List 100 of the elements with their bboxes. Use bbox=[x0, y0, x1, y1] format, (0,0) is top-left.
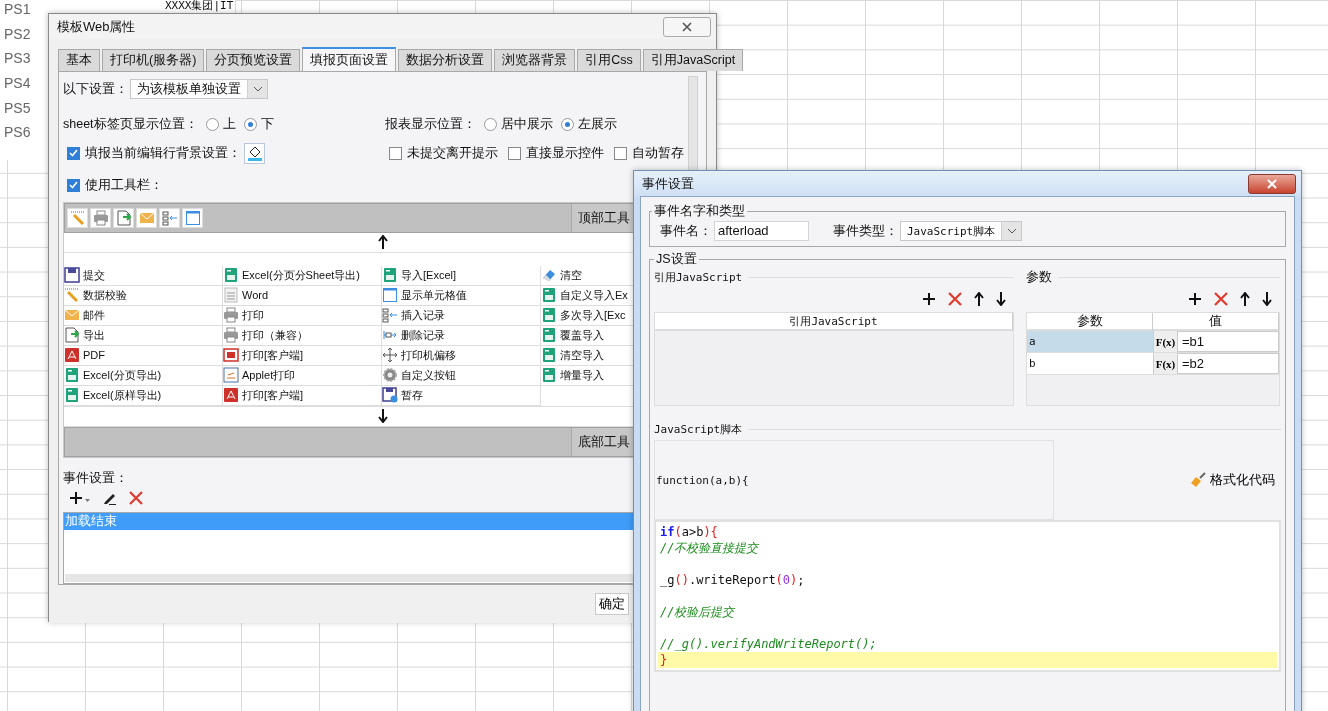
move-up-button[interactable] bbox=[974, 290, 984, 308]
checkbox-label: 使用工具栏： bbox=[85, 176, 163, 194]
function-header: function(a,b){ bbox=[654, 440, 1054, 520]
move-up-button[interactable] bbox=[378, 235, 388, 250]
radio-button[interactable] bbox=[205, 117, 219, 131]
radio-button[interactable] bbox=[243, 117, 257, 131]
checkbox[interactable] bbox=[67, 178, 80, 192]
field-label: 以下设置： bbox=[63, 80, 128, 98]
type-dropdown[interactable]: JavaScript脚本 bbox=[900, 221, 1023, 241]
toolbar-item[interactable]: 导入[Excel] bbox=[382, 265, 541, 286]
value-input[interactable]: =b1 bbox=[1177, 331, 1279, 352]
toolbar-item[interactable]: 插入记录 bbox=[382, 305, 541, 326]
move-down-button[interactable] bbox=[1262, 290, 1272, 308]
toolbar-item[interactable]: 暂存 bbox=[382, 385, 541, 406]
toolbar-item[interactable]: Excel(分页导出) bbox=[64, 365, 223, 386]
row-label: PS4 bbox=[4, 74, 31, 94]
scope-dropdown[interactable]: 为该模板单独设置 bbox=[130, 79, 268, 100]
checkbox-label: 自动暂存 bbox=[632, 144, 684, 162]
spreadsheet-icon bbox=[382, 267, 398, 284]
toolbar-item[interactable]: Excel(原样导出) bbox=[64, 385, 223, 406]
value-input[interactable]: =b2 bbox=[1177, 353, 1279, 374]
add-button[interactable] bbox=[69, 491, 91, 506]
down-arrow-icon bbox=[996, 292, 1006, 306]
toolbar-item[interactable]: PDF bbox=[64, 345, 223, 366]
row-label: PS6 bbox=[4, 123, 31, 143]
spreadsheet-icon bbox=[541, 307, 557, 324]
add-dropdown-icon bbox=[69, 491, 91, 506]
toolbar-item[interactable]: 打印[客户端] bbox=[223, 345, 382, 366]
radio-label: 居中展示 bbox=[501, 115, 553, 133]
checkbox[interactable] bbox=[67, 146, 80, 160]
ok-button[interactable]: 确定 bbox=[595, 593, 629, 615]
pdf-icon bbox=[223, 387, 239, 404]
toolbar-button[interactable] bbox=[67, 207, 88, 228]
checkbox[interactable] bbox=[508, 146, 521, 160]
delete-button[interactable] bbox=[129, 491, 143, 506]
toolbar-item[interactable]: 导出 bbox=[64, 325, 223, 346]
code-line: _g().writeReport(0); bbox=[659, 572, 806, 588]
radio-button[interactable] bbox=[484, 117, 497, 131]
move-down-button[interactable] bbox=[996, 290, 1006, 308]
tab[interactable]: 浏览器背景 bbox=[494, 49, 576, 71]
table-cell[interactable]: b bbox=[1027, 353, 1153, 374]
pencil-icon bbox=[69, 209, 86, 226]
printer-icon bbox=[92, 209, 109, 226]
toolbar-item[interactable]: Excel(分页分Sheet导出) bbox=[223, 265, 382, 286]
tab[interactable]: 填报页面设置 bbox=[302, 47, 397, 72]
pencil-icon bbox=[64, 287, 80, 304]
formula-button[interactable]: F(x) bbox=[1153, 331, 1177, 352]
name-input[interactable]: afterload bbox=[714, 221, 809, 241]
toolbar-item[interactable]: Applet打印 bbox=[223, 365, 382, 386]
add-button[interactable] bbox=[922, 290, 936, 308]
tab[interactable]: 基本 bbox=[58, 49, 100, 71]
checkbox-label: 直接显示控件 bbox=[526, 144, 604, 162]
insert-row-icon bbox=[161, 209, 178, 226]
checkbox[interactable] bbox=[614, 146, 627, 160]
edit-button[interactable] bbox=[103, 491, 117, 506]
radio-button[interactable] bbox=[561, 117, 574, 131]
tab[interactable]: 数据分析设置 bbox=[398, 49, 493, 71]
window-title: 模板Web属性 bbox=[57, 17, 136, 36]
paint-bucket-button[interactable] bbox=[244, 142, 265, 164]
row-label: PS2 bbox=[4, 24, 31, 44]
checkbox-label: 填报当前编辑行背景设置： bbox=[85, 144, 241, 162]
add-button[interactable] bbox=[1188, 290, 1202, 308]
formula-button[interactable]: F(x) bbox=[1153, 353, 1177, 374]
section-label: 事件设置： bbox=[63, 469, 128, 487]
toolbar-item[interactable]: 自定义按钮 bbox=[382, 365, 541, 386]
delete-button[interactable] bbox=[1214, 290, 1228, 308]
gear-icon bbox=[382, 367, 398, 384]
tab[interactable]: 打印机(服务器) bbox=[102, 49, 205, 71]
toolbar-item[interactable]: 数据校验 bbox=[64, 285, 223, 306]
spreadsheet-icon bbox=[541, 367, 557, 384]
toolbar-button[interactable] bbox=[182, 207, 203, 228]
move-down-button[interactable] bbox=[378, 409, 388, 424]
toolbar-item[interactable]: 删除记录 bbox=[382, 325, 541, 346]
toolbar-item[interactable]: 邮件 bbox=[64, 305, 223, 326]
toolbar-item[interactable]: 提交 bbox=[64, 265, 223, 286]
checkbox-label: 未提交离开提示 bbox=[407, 144, 498, 162]
toolbar-button[interactable] bbox=[113, 207, 134, 228]
toolbar-item[interactable]: 打印 bbox=[223, 305, 382, 326]
delete-icon bbox=[948, 292, 962, 306]
code-editor[interactable]: if(a>b){ //不校验直接提交 _g().writeReport(0); //校验后提交 //_g().verifyAndWriteReport(); } bbox=[654, 520, 1281, 672]
toolbar-item[interactable]: 显示单元格值 bbox=[382, 285, 541, 306]
field-label: sheet标签页显示位置： bbox=[63, 115, 198, 133]
format-code-button[interactable]: 格式化代码 bbox=[1190, 471, 1275, 489]
field-label: 报表显示位置： bbox=[385, 115, 476, 133]
tab[interactable]: 分页预览设置 bbox=[206, 49, 301, 71]
toolbar-item[interactable]: 打印机偏移 bbox=[382, 345, 541, 366]
checkbox[interactable] bbox=[389, 146, 402, 160]
toolbar-item[interactable]: 打印（兼容） bbox=[223, 325, 382, 346]
tab[interactable]: 引用JavaScript bbox=[642, 49, 744, 71]
move-up-button[interactable] bbox=[1240, 290, 1250, 308]
insert-row-icon bbox=[382, 307, 398, 324]
toolbar-item[interactable]: 打印[客户端] bbox=[223, 385, 382, 406]
add-icon bbox=[922, 292, 936, 306]
delete-button[interactable] bbox=[948, 290, 962, 308]
close-button[interactable] bbox=[1248, 173, 1296, 194]
tab[interactable]: 引用Css bbox=[577, 49, 641, 71]
table-cell[interactable]: a bbox=[1027, 331, 1153, 352]
toolbar-button[interactable] bbox=[159, 207, 180, 228]
toolbar-item[interactable]: Word bbox=[223, 285, 382, 306]
toolbar-button[interactable] bbox=[90, 207, 111, 228]
